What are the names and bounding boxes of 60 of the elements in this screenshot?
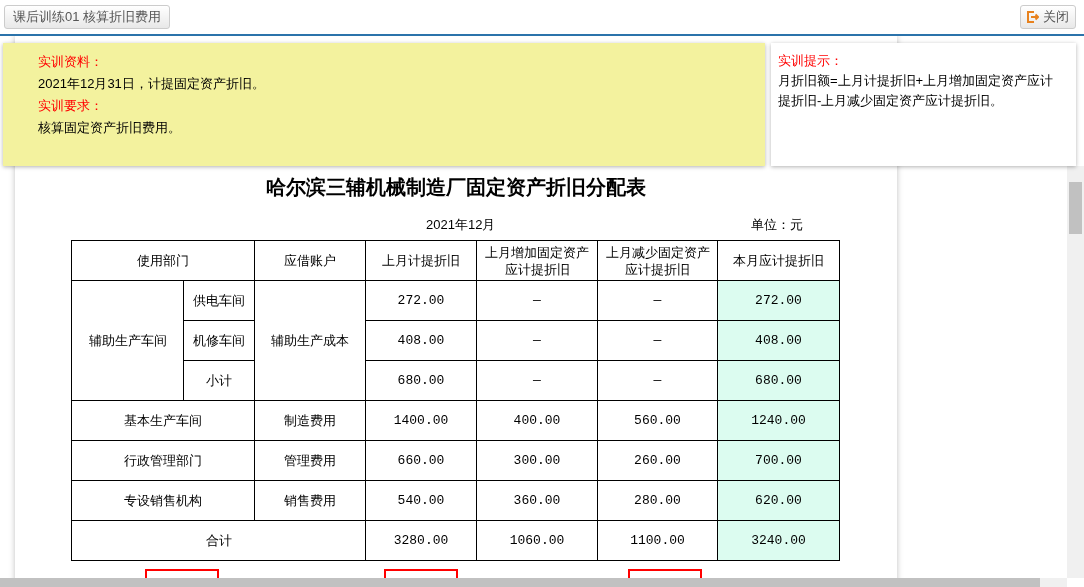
table-cell: 辅助生产车间 [71, 280, 184, 401]
table-cell: 专设销售机构 [71, 480, 255, 521]
scroll-thumb[interactable] [1069, 182, 1082, 234]
report-title: 哈尔滨三辅机械制造厂固定资产折旧分配表 [265, 175, 647, 200]
vertical-scrollbar[interactable] [1067, 166, 1084, 578]
table-cell: 408.00 [365, 320, 477, 361]
table-cell: 小计 [183, 360, 255, 401]
table-cell: 基本生产车间 [71, 400, 255, 441]
table-cell: — [476, 320, 598, 361]
table-cell: 260.00 [597, 440, 718, 481]
column-header: 上月减少固定资产应计提折旧 [597, 240, 718, 281]
table-cell: 680.00 [365, 360, 477, 401]
table-cell: 1240.00 [717, 400, 840, 441]
material-text: 2021年12月31日，计提固定资产折旧。 [38, 75, 265, 93]
column-header: 本月应计提折旧 [717, 240, 840, 281]
hint-label: 实训提示： [778, 52, 843, 70]
table-cell: — [597, 320, 718, 361]
report-period: 2021年12月 [426, 216, 496, 235]
table-cell: 1060.00 [476, 520, 598, 561]
table-cell: 管理费用 [254, 440, 366, 481]
close-button[interactable]: 关闭 [1020, 5, 1076, 29]
report-unit: 单位：元 [751, 216, 803, 235]
table-cell: 272.00 [365, 280, 477, 321]
table-cell: 700.00 [717, 440, 840, 481]
table-cell: 制造费用 [254, 400, 366, 441]
table-cell: 销售费用 [254, 480, 366, 521]
table-cell: 620.00 [717, 480, 840, 521]
table-cell: 400.00 [476, 400, 598, 441]
table-cell: 300.00 [476, 440, 598, 481]
table-cell: 680.00 [717, 360, 840, 401]
table-cell: 560.00 [597, 400, 718, 441]
table-cell: 3280.00 [365, 520, 477, 561]
column-header: 上月增加固定资产应计提折旧 [476, 240, 598, 281]
column-header: 上月计提折旧 [365, 240, 477, 281]
table-cell: 540.00 [365, 480, 477, 521]
table-cell: 272.00 [717, 280, 840, 321]
table-cell: — [476, 280, 598, 321]
table-cell: 408.00 [717, 320, 840, 361]
tab-button[interactable]: 课后训练01 核算折旧费用 [4, 5, 171, 29]
table-cell: 1400.00 [365, 400, 477, 441]
column-header: 应借账户 [254, 240, 366, 281]
table-cell: — [597, 280, 718, 321]
hint-text: 月折旧额=上月计提折旧+上月增加固定资产应计提折旧-上月减少固定资产应计提折旧。 [778, 72, 1055, 110]
table-cell: — [476, 360, 598, 401]
table-cell: 行政管理部门 [71, 440, 255, 481]
table-cell: 机修车间 [183, 320, 255, 361]
table-cell: 280.00 [597, 480, 718, 521]
requirement-label: 实训要求： [38, 97, 103, 115]
requirement-text: 核算固定资产折旧费用。 [38, 119, 181, 137]
table-cell: — [597, 360, 718, 401]
table-cell: 1100.00 [597, 520, 718, 561]
table-cell: 360.00 [476, 480, 598, 521]
table-cell: 合计 [71, 520, 366, 561]
material-label: 实训资料： [38, 53, 103, 71]
table-cell: 660.00 [365, 440, 477, 481]
table-cell: 辅助生产成本 [254, 280, 366, 401]
table-cell: 供电车间 [183, 280, 255, 321]
exit-icon [1027, 11, 1039, 23]
table-cell: 3240.00 [717, 520, 840, 561]
column-header: 使用部门 [71, 240, 255, 281]
